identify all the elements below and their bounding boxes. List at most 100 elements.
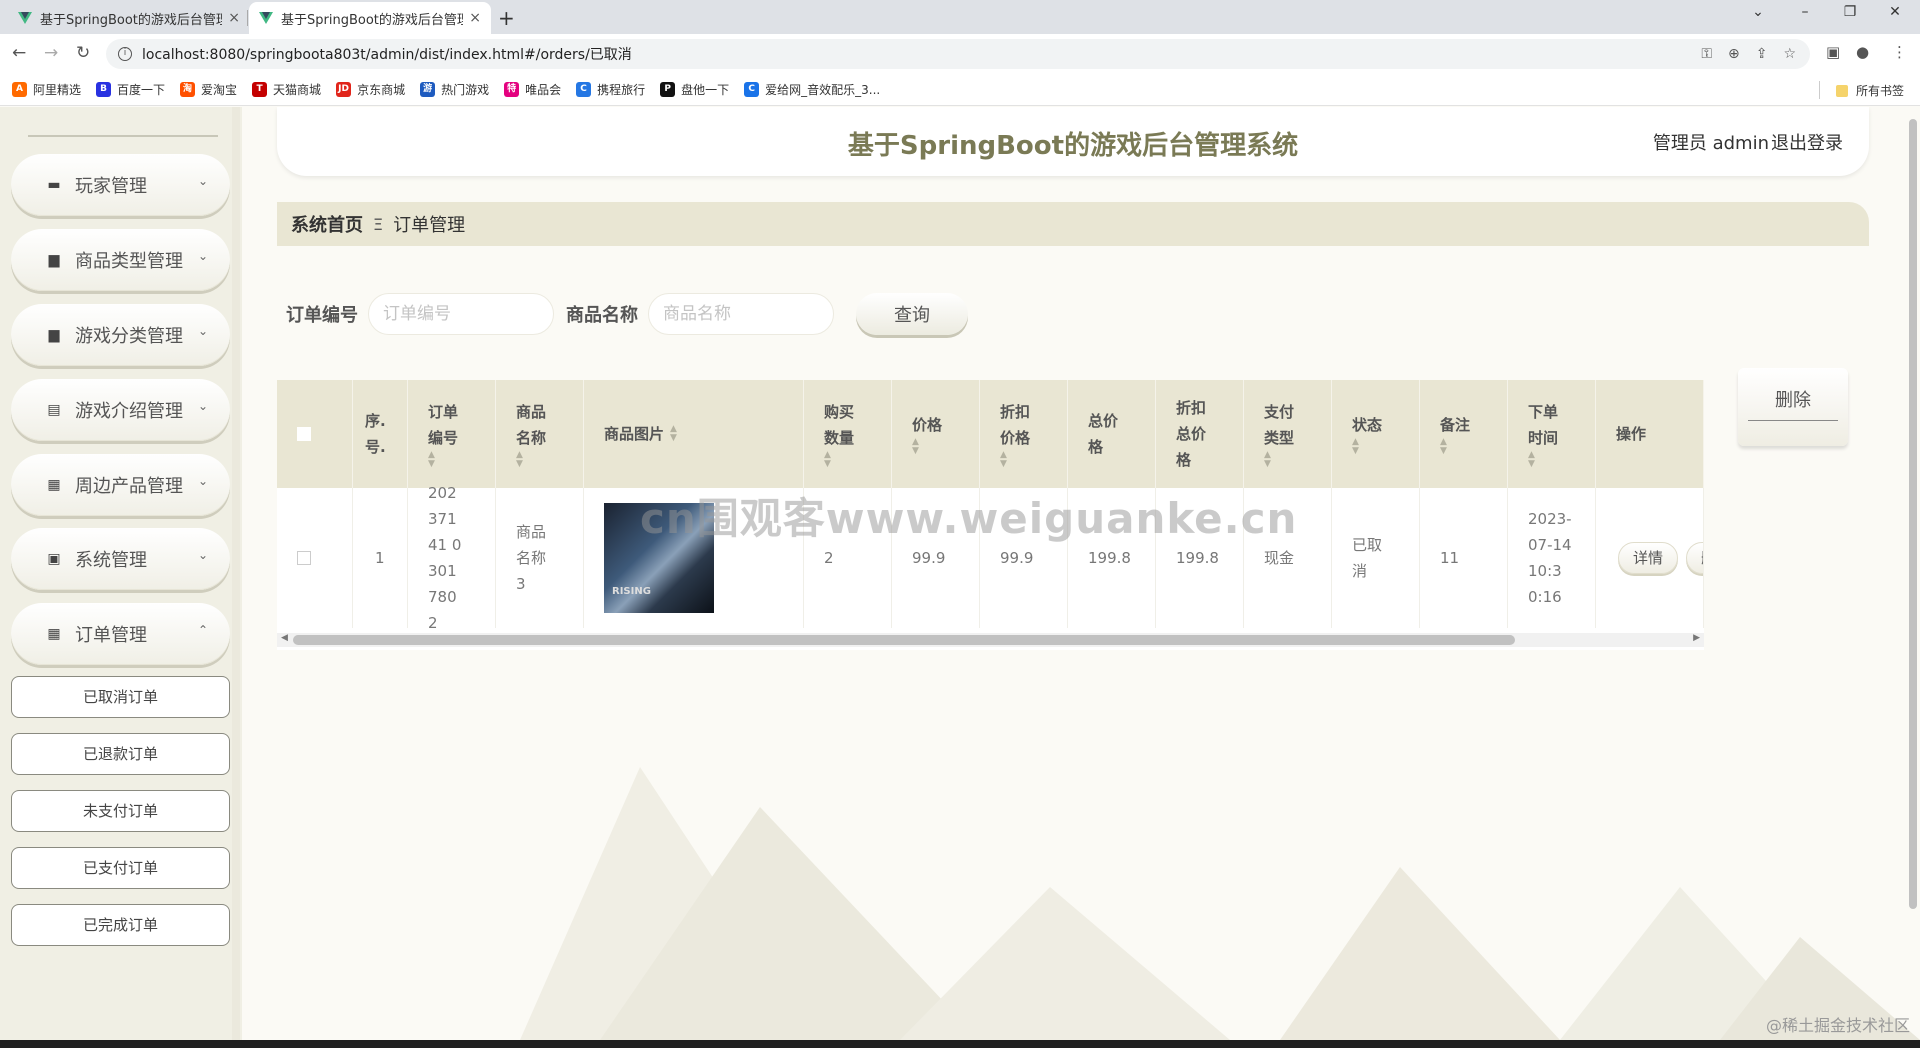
page-vertical-scrollbar[interactable] xyxy=(1906,107,1918,909)
bookmark-item[interactable]: 淘爱淘宝 xyxy=(180,81,237,98)
forward-arrow-icon[interactable]: → xyxy=(44,43,58,63)
new-tab-button[interactable]: + xyxy=(498,6,515,30)
order-no-input[interactable] xyxy=(368,293,554,335)
chevron-down-icon: ⌄ xyxy=(197,474,208,488)
submenu-completed-orders[interactable]: 已完成订单 xyxy=(11,904,230,946)
menu-label: 游戏介绍管理 xyxy=(75,401,183,422)
header-discount-price[interactable]: 折扣价格 ▲ ▼ xyxy=(980,380,1068,488)
bookmark-item[interactable]: C 携程旅行 xyxy=(576,81,645,98)
sidebar-item-system[interactable]: ▣ 系统管理 ⌄ xyxy=(11,528,230,590)
header-price[interactable]: 价格 ▲ ▼ xyxy=(892,380,980,488)
menu-label: 玩家管理 xyxy=(75,176,147,197)
sidebar-item-product-types[interactable]: ▆ 商品类型管理 ⌄ xyxy=(11,229,230,291)
reload-icon[interactable]: ↻ xyxy=(76,43,90,63)
header-status[interactable]: 状态 ▲ ▼ xyxy=(1332,380,1420,488)
breadcrumb-home[interactable]: 系统首页 xyxy=(291,211,363,237)
header-order-no[interactable]: 订单编号 ▲ ▼ xyxy=(408,380,496,488)
header-discount-total[interactable]: 折扣总价格 xyxy=(1156,380,1244,488)
header-order-time[interactable]: 下单时间 ▲ ▼ xyxy=(1508,380,1596,488)
all-bookmarks[interactable]: 所有书签 xyxy=(1835,82,1904,99)
sidebar-item-orders[interactable]: ▦ 订单管理 ⌃ xyxy=(11,603,230,665)
bookmark-item[interactable]: B 百度一下 xyxy=(96,81,165,98)
more-menu-icon[interactable]: ⋮ xyxy=(1892,43,1907,61)
bookmark-item[interactable]: 特唯品会 xyxy=(504,81,561,98)
sort-icon[interactable]: ▲ ▼ xyxy=(1000,451,1067,469)
vertical-scroll-thumb[interactable] xyxy=(1909,119,1917,909)
sort-icon[interactable]: ▲ ▼ xyxy=(516,451,583,469)
bookmark-item[interactable]: JD 京东商城 xyxy=(336,81,405,98)
table-horizontal-scrollbar[interactable]: ◀ ▶ xyxy=(277,633,1704,647)
sort-icon[interactable]: ▲ ▼ xyxy=(912,438,979,456)
submenu-refunded-orders[interactable]: 已退款订单 xyxy=(11,733,230,775)
bookmark-item[interactable]: C 爱给网_音效配乐_3... xyxy=(744,81,880,98)
sidebar-item-players[interactable]: ▬ 玩家管理 ⌄ xyxy=(11,154,230,216)
star-icon[interactable]: ☆ xyxy=(1783,46,1796,62)
product-name-label: 商品名称 xyxy=(566,305,638,326)
sort-icon[interactable]: ▲ ▼ xyxy=(824,451,891,469)
sidebar-item-game-categories[interactable]: ▆ 游戏分类管理 ⌄ xyxy=(11,304,230,366)
sort-icon[interactable]: ▲ ▼ xyxy=(1528,451,1595,469)
tab-search-icon[interactable]: ⌄ xyxy=(1738,4,1778,20)
monitor-icon: ▆ xyxy=(48,327,60,343)
product-name-input[interactable] xyxy=(648,293,834,335)
browser-tab-active[interactable]: 基于SpringBoot的游戏后台管理 × xyxy=(249,2,491,34)
url-field[interactable]: i localhost:8080/springboota803t/admin/d… xyxy=(106,39,1810,69)
games-icon: 游 xyxy=(420,82,436,97)
scroll-left-icon[interactable]: ◀ xyxy=(281,633,288,643)
submenu-paid-orders[interactable]: 已支付订单 xyxy=(11,847,230,889)
scroll-right-icon[interactable]: ▶ xyxy=(1693,633,1700,643)
row-checkbox[interactable] xyxy=(297,551,311,565)
share-icon[interactable]: ⇪ xyxy=(1756,46,1768,62)
profile-avatar-icon[interactable]: ● xyxy=(1856,43,1869,61)
back-arrow-icon[interactable]: ← xyxy=(12,43,26,63)
submenu-cancelled-orders[interactable]: 已取消订单 xyxy=(11,676,230,718)
bookmark-item[interactable]: T 天猫商城 xyxy=(252,81,321,98)
batch-delete-button[interactable]: 删除 xyxy=(1738,368,1848,446)
sort-icon[interactable]: ▲ ▼ xyxy=(670,425,677,443)
bookmark-item[interactable]: 游热门游戏 xyxy=(420,81,489,98)
close-icon[interactable]: × xyxy=(228,10,240,26)
submenu-unpaid-orders[interactable]: 未支付订单 xyxy=(11,790,230,832)
header-note[interactable]: 备注 ▲ ▼ xyxy=(1420,380,1508,488)
tab-title: 基于SpringBoot的游戏后台管理 xyxy=(40,12,223,28)
sidebar-scrollbar[interactable] xyxy=(232,107,240,1040)
chevron-down-icon: ⌄ xyxy=(197,249,208,263)
taobao-icon: 淘 xyxy=(180,82,196,97)
select-all-checkbox[interactable] xyxy=(297,427,311,441)
sort-icon[interactable]: ▲ ▼ xyxy=(1440,438,1507,456)
site-info-icon[interactable]: i xyxy=(118,47,132,61)
restore-button[interactable]: ❐ xyxy=(1830,4,1870,20)
app-root: ▬ 玩家管理 ⌄ ▆ 商品类型管理 ⌄ ▆ 游戏分类管理 ⌄ ▤ 游戏介绍管理 … xyxy=(0,107,1920,1040)
key-icon[interactable]: ⚿ xyxy=(1701,46,1712,62)
aigei-icon: C xyxy=(744,82,760,97)
tab-separator xyxy=(247,10,248,26)
sidebar-toggle-icon[interactable]: ▣ xyxy=(1826,43,1840,61)
sort-icon[interactable]: ▲ ▼ xyxy=(1352,438,1419,456)
menu-label: 游戏分类管理 xyxy=(75,326,183,347)
sort-icon[interactable]: ▲ ▼ xyxy=(1264,451,1331,469)
row-delete-button[interactable]: 删 xyxy=(1686,542,1703,574)
logout-link[interactable]: 退出登录 xyxy=(1771,129,1843,155)
search-button[interactable]: 查询 xyxy=(856,293,968,335)
header-pay-type[interactable]: 支付类型 ▲ ▼ xyxy=(1244,380,1332,488)
header-product-image[interactable]: 商品图片 ▲ ▼ xyxy=(584,380,804,488)
sort-icon[interactable]: ▲ ▼ xyxy=(428,451,495,469)
bookmark-item[interactable]: P 盘他一下 xyxy=(660,81,729,98)
sidebar-item-merchandise[interactable]: ▦ 周边产品管理 ⌄ xyxy=(11,454,230,516)
header-total[interactable]: 总价格 xyxy=(1068,380,1156,488)
close-icon[interactable]: × xyxy=(469,10,481,26)
sidebar-item-game-intro[interactable]: ▤ 游戏介绍管理 ⌄ xyxy=(11,379,230,441)
minimize-button[interactable]: – xyxy=(1785,4,1825,20)
zoom-icon[interactable]: ⊕ xyxy=(1728,46,1740,62)
chat-icon: ▬ xyxy=(47,177,61,193)
menu-label: 订单管理 xyxy=(75,625,147,646)
bookmark-item[interactable]: A 阿里精选 xyxy=(12,81,81,98)
vue-icon xyxy=(259,11,273,25)
detail-button[interactable]: 详情 xyxy=(1618,542,1679,574)
scrollbar-thumb[interactable] xyxy=(293,635,1515,645)
header-product-name[interactable]: 商品名称 ▲ ▼ xyxy=(496,380,584,488)
current-user: 管理员 admin xyxy=(1652,133,1769,154)
header-quantity[interactable]: 购买数量 ▲ ▼ xyxy=(804,380,892,488)
window-close-button[interactable]: ✕ xyxy=(1875,4,1915,20)
browser-tab[interactable]: 基于SpringBoot的游戏后台管理 × xyxy=(8,2,250,34)
